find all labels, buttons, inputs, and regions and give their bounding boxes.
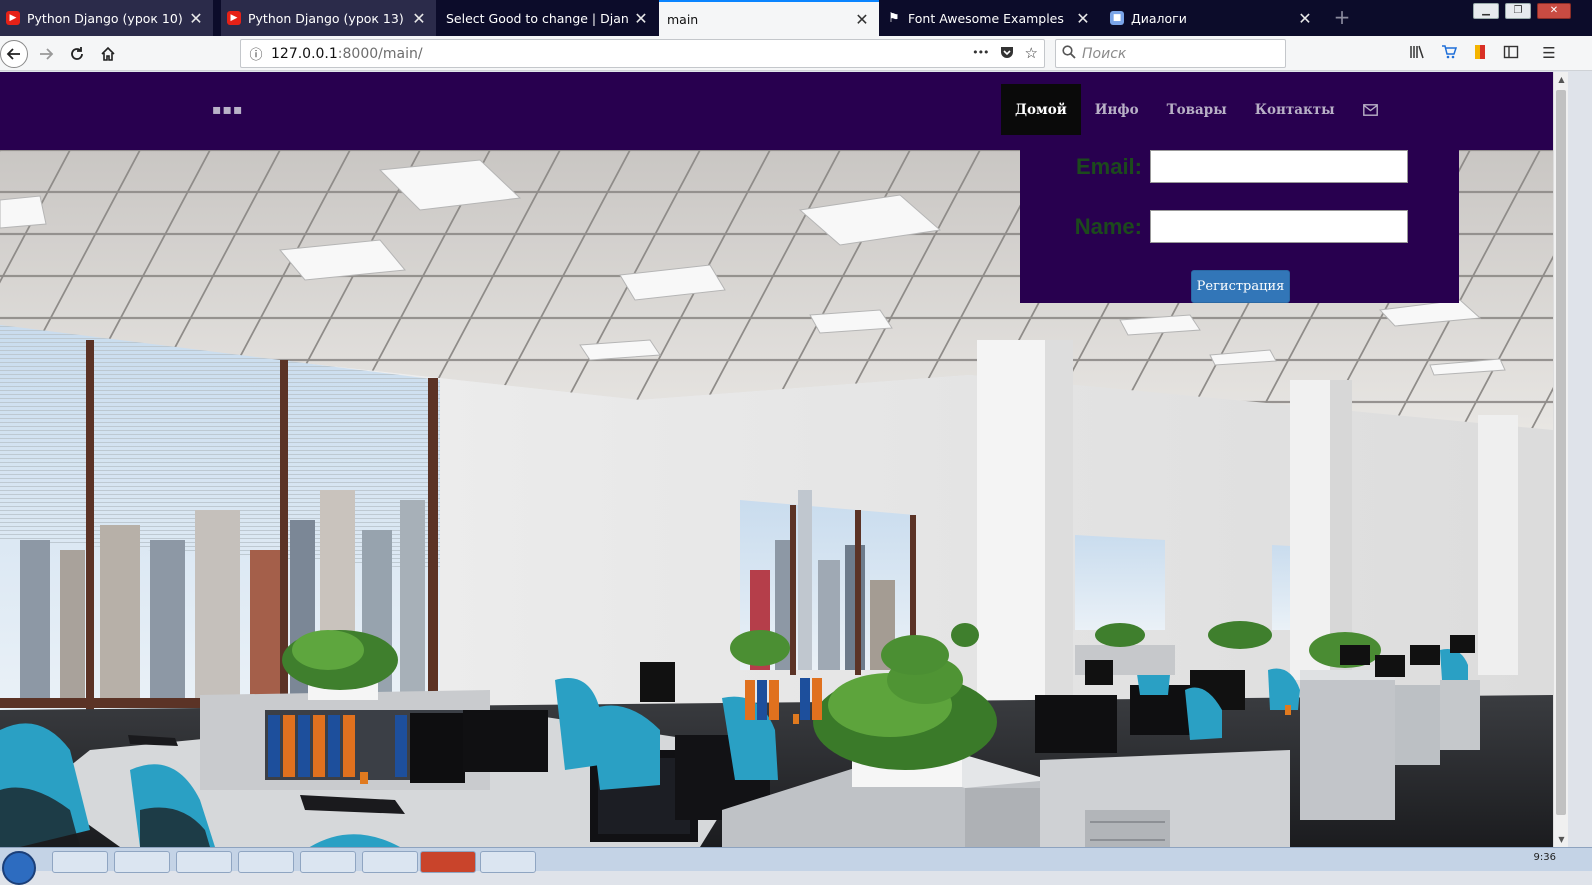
tab-dialogs[interactable]: ■ Диалоги ✕ [1104, 0, 1322, 36]
site-logo[interactable]: ▪▪▪ [212, 102, 243, 118]
forward-button[interactable] [32, 40, 60, 67]
sidebar-icon[interactable] [1500, 44, 1522, 64]
new-tab-button[interactable]: + [1330, 6, 1354, 30]
page-viewport: ▪▪▪ Домой Инфо Товары Контакты Email: Na… [0, 72, 1553, 847]
close-window-button[interactable]: ✕ [1537, 3, 1571, 19]
os-taskbar: 9:36 [0, 847, 1592, 885]
url-host: 127.0.0.1 [271, 45, 338, 62]
nav-products[interactable]: Товары [1153, 84, 1241, 135]
name-label: Name: [1074, 214, 1142, 239]
tab-title: Select Good to change | Django site [446, 10, 628, 26]
email-label: Email: [1075, 154, 1142, 179]
taskbar-app-icon[interactable] [362, 851, 418, 873]
tab-close-icon[interactable]: ✕ [189, 9, 203, 28]
tab-title: Диалоги [1131, 10, 1187, 26]
taskbar-app-icon[interactable] [238, 851, 294, 873]
search-bar[interactable]: Поиск [1055, 39, 1286, 68]
tab-close-icon[interactable]: ✕ [1076, 9, 1090, 28]
nav-info[interactable]: Инфо [1081, 84, 1153, 135]
clock: 9:36 [1533, 852, 1556, 863]
scroll-up-icon[interactable]: ▲ [1554, 72, 1569, 87]
scroll-down-icon[interactable]: ▼ [1554, 832, 1569, 847]
tab-title: main [667, 11, 699, 27]
reload-icon [71, 46, 83, 60]
taskbar-chrome-icon[interactable] [114, 851, 170, 873]
forward-arrow-icon [40, 47, 54, 60]
tab-font-awesome[interactable]: ⚑ Font Awesome Examples ✕ [881, 0, 1100, 36]
name-field[interactable] [1150, 210, 1408, 243]
tab-main[interactable]: main ✕ [659, 0, 879, 36]
tab-close-icon[interactable]: ✕ [1298, 9, 1312, 28]
tab-close-icon[interactable]: ✕ [412, 9, 426, 28]
flag-icon: ⚑ [888, 10, 900, 26]
url-bar[interactable]: ⓘ 127.0.0.1:8000/main/ ••• ☆ [240, 39, 1045, 68]
registration-form: Email: Name: Регистрация [1020, 150, 1459, 303]
taskbar-app-icon[interactable] [300, 851, 356, 873]
page-scrollbar[interactable]: ▲ ▼ [1553, 72, 1568, 847]
restore-button[interactable]: ❐ [1505, 3, 1531, 19]
site-info-icon[interactable]: ⓘ [241, 44, 271, 63]
back-arrow-icon [6, 48, 20, 60]
bookmark-star-icon[interactable]: ☆ [1025, 44, 1038, 64]
back-button[interactable] [0, 40, 28, 68]
youtube-icon: ▶ [227, 11, 241, 25]
email-field[interactable] [1150, 150, 1408, 183]
page-actions-icon[interactable]: ••• [972, 44, 989, 64]
browser-navbar: ⓘ 127.0.0.1:8000/main/ ••• ☆ Поиск ☰ [0, 36, 1592, 71]
nav-contacts[interactable]: Контакты [1241, 84, 1349, 135]
minimize-button[interactable]: ▁ [1473, 3, 1499, 19]
url-path: :8000/main/ [337, 45, 423, 62]
tab-django-lesson-13[interactable]: ▶ Python Django (урок 13) - миг ✕ [221, 0, 436, 36]
taskbar-explorer-icon[interactable] [52, 851, 108, 873]
home-icon [101, 46, 115, 61]
home-button[interactable] [94, 40, 122, 67]
search-placeholder: Поиск [1082, 45, 1127, 62]
library-icon[interactable] [1406, 44, 1428, 64]
browser-tabstrip: ▶ Python Django (урок 10) - авто ✕ ▶ Pyt… [0, 0, 1592, 36]
tab-title: Python Django (урок 13) - миг [248, 10, 406, 26]
taskbar-app-icon[interactable] [176, 851, 232, 873]
tab-title: Font Awesome Examples [908, 10, 1064, 26]
youtube-icon: ▶ [6, 11, 20, 25]
site-header: ▪▪▪ Домой Инфо Товары Контакты [0, 72, 1553, 150]
tab-close-icon[interactable]: ✕ [634, 9, 648, 28]
taskbar-skype-icon[interactable] [480, 851, 536, 873]
tab-close-icon[interactable]: ✕ [855, 10, 869, 29]
start-button[interactable] [2, 851, 36, 885]
cart-icon[interactable] [1438, 44, 1460, 64]
register-button[interactable]: Регистрация [1191, 270, 1290, 303]
nav-home[interactable]: Домой [1001, 84, 1081, 135]
envelope-icon[interactable] [1349, 84, 1392, 135]
reload-button[interactable] [63, 40, 91, 67]
tab-django-admin[interactable]: Select Good to change | Django site ✕ [440, 0, 658, 36]
tab-title: Python Django (урок 10) - авто [27, 10, 183, 26]
tab-django-lesson-10[interactable]: ▶ Python Django (урок 10) - авто ✕ [0, 0, 213, 36]
scroll-thumb[interactable] [1556, 90, 1566, 815]
search-icon [1056, 44, 1082, 63]
bookmark-flag-icon[interactable] [1469, 44, 1491, 64]
menu-icon[interactable]: ☰ [1538, 44, 1560, 62]
site-nav: Домой Инфо Товары Контакты [1001, 84, 1392, 135]
taskbar-active-app-icon[interactable] [420, 851, 476, 873]
chat-icon: ■ [1110, 11, 1124, 25]
pocket-icon[interactable] [999, 44, 1015, 64]
